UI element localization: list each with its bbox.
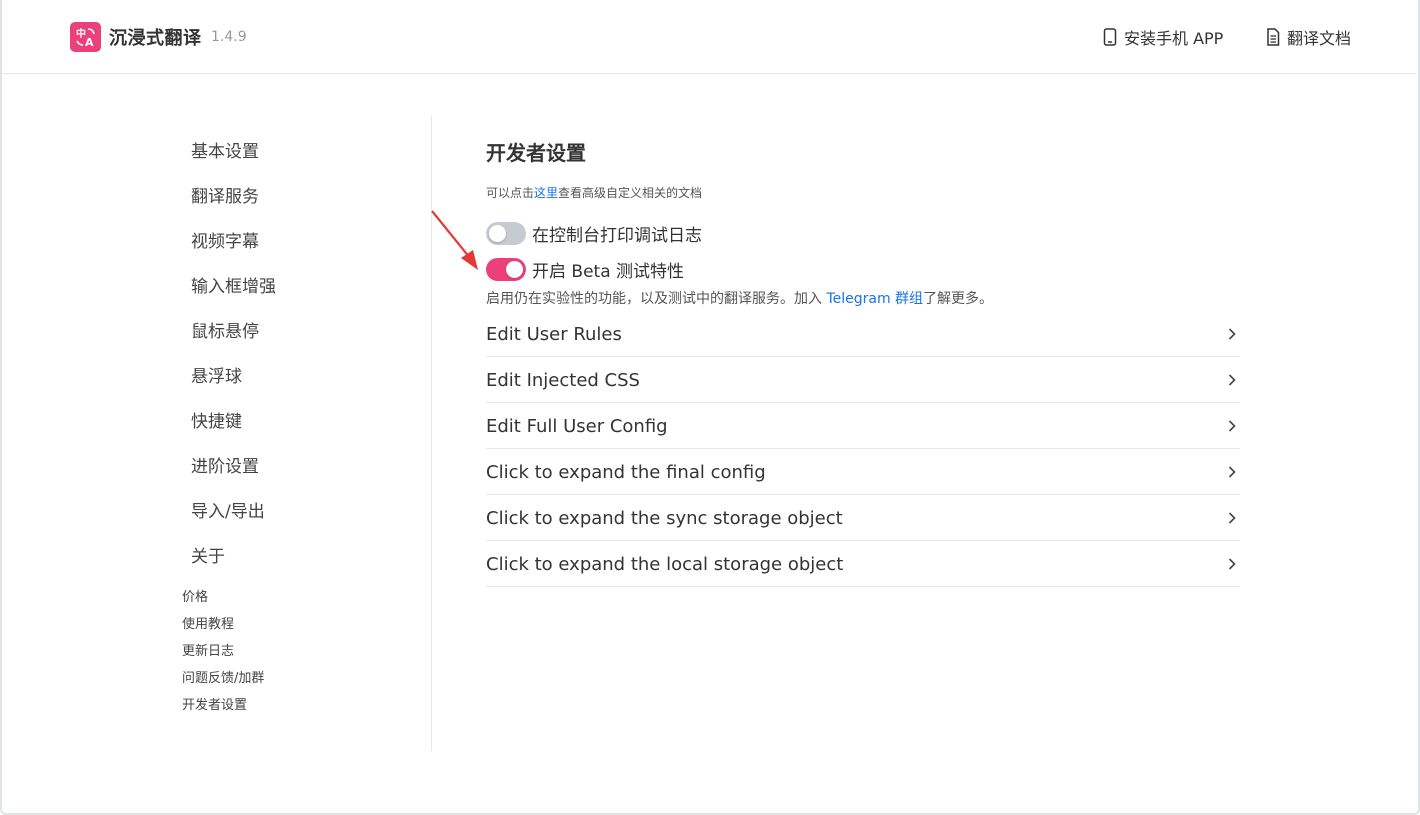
beta-toggle[interactable] (486, 258, 526, 281)
list-item-label: Click to expand the sync storage object (486, 507, 843, 529)
list-item-label: Edit User Rules (486, 323, 622, 345)
list-item-label: Click to expand the local storage object (486, 553, 844, 575)
chevron-right-icon (1228, 466, 1236, 478)
app-version: 1.4.9 (211, 29, 247, 45)
list-item-label: Click to expand the final config (486, 461, 766, 483)
sidebar-item-input-enhance[interactable]: 输入框增强 (191, 272, 276, 297)
developer-options-list: Edit User Rules Edit Injected CSS Edit F… (486, 312, 1240, 588)
sidebar-item-shortcuts[interactable]: 快捷键 (191, 407, 242, 432)
expand-sync-storage-item[interactable]: Click to expand the sync storage object (486, 496, 1240, 541)
top-header: 中 A 沉浸式翻译 1.4.9 安装手机 APP 翻译文档 (2, 0, 1416, 74)
chevron-right-icon (1228, 328, 1236, 340)
svg-text:A: A (85, 36, 94, 47)
list-item-label: Edit Full User Config (486, 415, 668, 437)
document-icon (1267, 28, 1280, 46)
expand-local-storage-item[interactable]: Click to expand the local storage object (486, 542, 1240, 587)
beta-desc-suffix: 了解更多。 (923, 291, 994, 307)
docs-hint: 可以点击这里查看高级自定义相关的文档 (486, 184, 702, 201)
sidebar-link-pricing[interactable]: 价格 (182, 586, 208, 605)
sidebar-item-floating-ball[interactable]: 悬浮球 (191, 362, 242, 387)
edit-injected-css-item[interactable]: Edit Injected CSS (486, 358, 1240, 403)
sidebar-item-translation-service[interactable]: 翻译服务 (191, 182, 259, 207)
hint-link[interactable]: 这里 (534, 186, 558, 200)
app-logo-icon: 中 A (70, 22, 101, 52)
install-app-link[interactable]: 安装手机 APP (1103, 25, 1223, 49)
sidebar-item-advanced[interactable]: 进阶设置 (191, 452, 259, 477)
sidebar-item-video-subtitles[interactable]: 视频字幕 (191, 227, 259, 252)
expand-final-config-item[interactable]: Click to expand the final config (486, 450, 1240, 495)
debug-log-label: 在控制台打印调试日志 (532, 226, 702, 246)
list-item-label: Edit Injected CSS (486, 369, 640, 391)
sidebar-item-about[interactable]: 关于 (191, 542, 225, 567)
page-title: 开发者设置 (486, 141, 586, 165)
hint-prefix: 可以点击 (486, 186, 535, 200)
debug-log-toggle[interactable] (486, 222, 526, 245)
chevron-right-icon (1228, 558, 1236, 570)
chevron-right-icon (1228, 374, 1236, 386)
sidebar-link-feedback[interactable]: 问题反馈/加群 (182, 667, 264, 686)
sidebar-item-import-export[interactable]: 导入/导出 (191, 497, 265, 522)
sidebar-link-tutorial[interactable]: 使用教程 (182, 613, 234, 632)
phone-icon (1103, 28, 1117, 46)
chevron-right-icon (1228, 512, 1236, 524)
sidebar-link-developer[interactable]: 开发者设置 (182, 694, 247, 713)
telegram-group-link[interactable]: Telegram 群组 (826, 291, 923, 307)
docs-label: 翻译文档 (1287, 29, 1352, 48)
beta-toggle-row[interactable]: 开启 Beta 测试特性 (486, 257, 684, 282)
debug-log-toggle-row[interactable]: 在控制台打印调试日志 (486, 221, 702, 246)
install-app-label: 安装手机 APP (1124, 29, 1224, 48)
edit-user-rules-item[interactable]: Edit User Rules (486, 312, 1240, 357)
annotation-arrow-icon (431, 210, 478, 270)
beta-desc-prefix: 启用仍在实验性的功能，以及测试中的翻译服务。加入 (486, 291, 827, 307)
hint-suffix: 查看高级自定义相关的文档 (558, 186, 703, 200)
docs-link[interactable]: 翻译文档 (1266, 25, 1351, 49)
beta-description: 启用仍在实验性的功能，以及测试中的翻译服务。加入 Telegram 群组了解更多… (486, 288, 993, 308)
sidebar-item-basic[interactable]: 基本设置 (191, 137, 259, 162)
app-name: 沉浸式翻译 (109, 28, 202, 49)
beta-label: 开启 Beta 测试特性 (532, 262, 685, 282)
sidebar-item-mouse-hover[interactable]: 鼠标悬停 (191, 317, 259, 342)
edit-full-user-config-item[interactable]: Edit Full User Config (486, 404, 1240, 449)
sidebar-link-changelog[interactable]: 更新日志 (182, 640, 234, 659)
chevron-right-icon (1228, 420, 1236, 432)
